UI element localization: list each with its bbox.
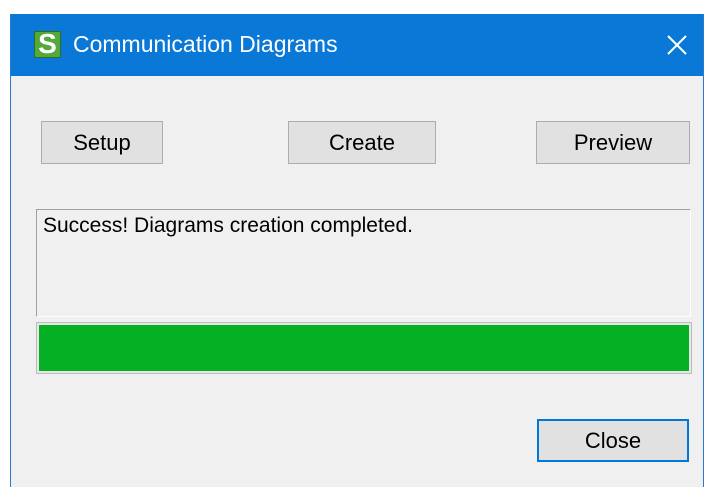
- close-button[interactable]: Close: [537, 419, 689, 462]
- close-icon[interactable]: [655, 23, 699, 67]
- preview-button[interactable]: Preview: [536, 121, 690, 164]
- setup-button[interactable]: Setup: [41, 121, 163, 164]
- communication-diagrams-dialog: S Communication Diagrams Setup Create Pr…: [10, 14, 704, 487]
- status-message-box: Success! Diagrams creation completed.: [36, 209, 691, 317]
- create-button[interactable]: Create: [288, 121, 436, 164]
- app-logo-letter: S: [38, 28, 57, 59]
- app-logo-icon: S: [34, 28, 61, 59]
- progress-fill: [39, 325, 689, 371]
- window-title: Communication Diagrams: [73, 31, 338, 57]
- title-bar[interactable]: S Communication Diagrams: [11, 14, 703, 76]
- progress-bar: [36, 322, 692, 374]
- background-window-strip: [0, 0, 706, 14]
- status-message: Success! Diagrams creation completed.: [43, 214, 413, 237]
